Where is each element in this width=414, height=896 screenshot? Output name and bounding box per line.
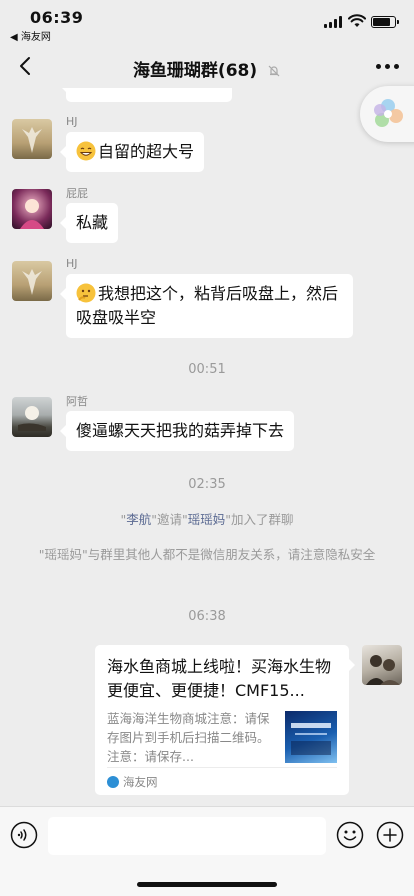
wifi-icon: [348, 14, 366, 27]
avatar[interactable]: [12, 261, 52, 301]
message-bubble[interactable]: 自留的超大号: [59, 132, 205, 172]
grin-emoji-icon: [76, 141, 96, 161]
message-list[interactable]: HJ 自留的超大号 屁屁 私藏 HJ 我想把这个，粘背后吸盘上，然后吸盘吸半空 …: [0, 88, 414, 806]
message-bubble[interactable]: 傻逼螺天天把我的菇弄掉下去: [59, 411, 295, 451]
status-time: 06:39: [30, 8, 84, 27]
timestamp: 02:35: [188, 477, 226, 492]
message-text: 傻逼螺天天把我的菇弄掉下去: [76, 421, 285, 440]
card-source: 海友网: [107, 767, 337, 790]
avatar[interactable]: [12, 397, 52, 437]
avatar[interactable]: [12, 189, 52, 229]
avatar[interactable]: [12, 119, 52, 159]
system-message-invite: "李航"邀请"瑶瑶妈"加入了群聊: [120, 512, 294, 527]
thinking-emoji-icon: [76, 283, 96, 303]
input-bar: [0, 806, 414, 896]
shared-link-card[interactable]: 海水鱼商城上线啦！买海水生物更便宜、更便捷！CMF15... 蓝海海洋生物商城注…: [95, 645, 355, 795]
sender-name: HJ: [66, 115, 78, 128]
message-bubble[interactable]: 私藏: [59, 203, 119, 243]
card-title: 海水鱼商城上线啦！买海水生物更便宜、更便捷！CMF15...: [107, 657, 332, 700]
add-icon[interactable]: [376, 821, 404, 849]
chat-header: 海鱼珊瑚群(68): [0, 44, 414, 88]
system-message-notice: "瑶瑶妈"与群里其他人都不是微信朋友关系，请注意隐私安全: [38, 547, 376, 562]
source-logo-icon: [107, 776, 119, 788]
timestamp: 00:51: [188, 362, 226, 377]
emoji-icon[interactable]: [336, 821, 364, 849]
card-source-name: 海友网: [123, 775, 158, 789]
message-input[interactable]: [48, 817, 326, 855]
sender-name: HJ: [66, 257, 78, 270]
card-thumbnail: [285, 711, 337, 763]
sender-name: 屁屁: [66, 187, 88, 200]
voice-icon[interactable]: [10, 821, 38, 849]
invitee-link[interactable]: 瑶瑶妈: [188, 512, 226, 527]
timestamp: 06:38: [188, 609, 226, 624]
card-description: 蓝海海洋生物商城注意：请保存图片到手机后扫描二维码。注意：请保存...: [107, 711, 270, 764]
group-name: 海鱼珊瑚群(68): [132, 61, 258, 81]
signal-icon: [324, 16, 342, 28]
home-indicator[interactable]: [137, 882, 277, 887]
inviter-link[interactable]: 李航: [126, 512, 151, 527]
status-bar: 06:39 ◀ 海友网: [0, 0, 414, 44]
mute-icon: [268, 65, 280, 77]
my-avatar[interactable]: [362, 645, 402, 685]
message-text: 我想把这个，粘背后吸盘上，然后吸盘吸半空: [76, 284, 339, 327]
sender-name: 阿哲: [66, 395, 88, 408]
battery-icon: [371, 16, 399, 28]
message-text: 私藏: [76, 213, 109, 232]
chat-title: 海鱼珊瑚群(68): [0, 56, 414, 81]
message-bubble-partial[interactable]: [60, 88, 232, 102]
more-icon[interactable]: [376, 64, 399, 70]
back-to-app-link[interactable]: ◀ 海友网: [10, 28, 51, 43]
message-text: 自留的超大号: [98, 142, 195, 161]
message-bubble[interactable]: 我想把这个，粘背后吸盘上，然后吸盘吸半空: [60, 274, 353, 338]
